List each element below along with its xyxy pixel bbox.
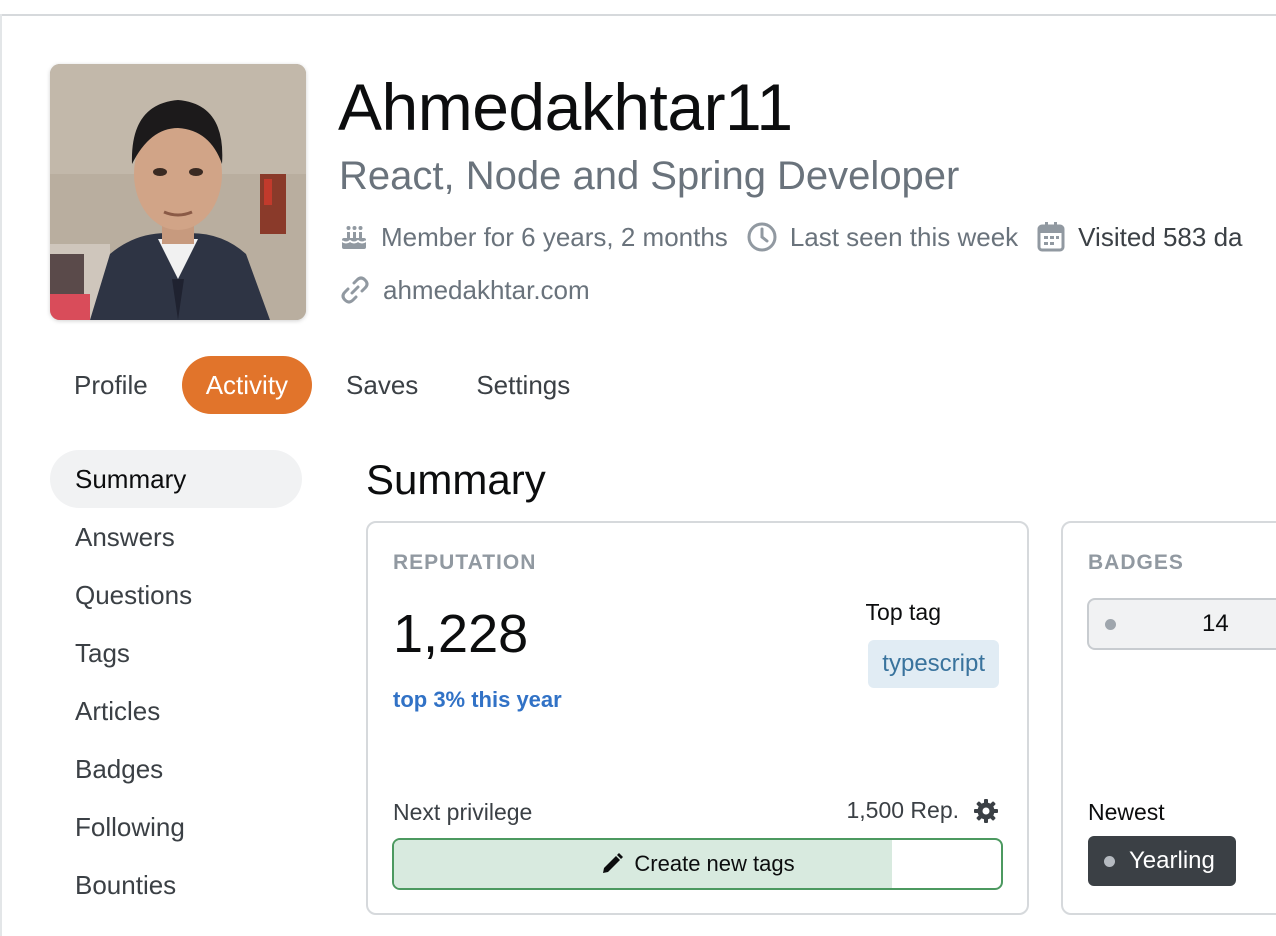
tab-activity[interactable]: Activity: [181, 356, 313, 414]
sidebar-item-answers[interactable]: Answers: [50, 508, 302, 566]
bronze-badge-count[interactable]: 14: [1087, 598, 1276, 650]
reputation-card: REPUTATION 1,228 top 3% this year Top ta…: [366, 521, 1029, 915]
last-seen: Last seen this week: [746, 221, 1018, 253]
website-link[interactable]: ahmedakhtar.com: [383, 275, 590, 306]
reputation-label: REPUTATION: [393, 551, 537, 574]
next-privilege-requirement: 1,500 Rep.: [846, 797, 999, 824]
reputation-rank-link[interactable]: top 3% this year: [393, 687, 562, 713]
pencil-icon: [603, 853, 624, 873]
newest-badge[interactable]: Yearling: [1088, 836, 1236, 886]
avatar-photo: [50, 64, 306, 320]
badges-card: BADGES 14 Newest Yearling: [1061, 521, 1276, 915]
visited-text: Visited 583 da: [1078, 221, 1243, 252]
next-privilege-name: Create new tags: [634, 851, 795, 876]
member-for: Member for 6 years, 2 months: [339, 222, 728, 253]
section-title: Summary: [366, 456, 546, 503]
activity-sidebar: Summary Answers Questions Tags Articles …: [50, 450, 302, 914]
sidebar-item-badges[interactable]: Badges: [50, 740, 302, 798]
top-divider: [0, 14, 1276, 16]
bronze-badge-icon: [1105, 618, 1116, 630]
clock-icon: [747, 222, 777, 252]
sidebar-item-articles[interactable]: Articles: [50, 682, 302, 740]
member-for-text: Member for 6 years, 2 months: [381, 221, 728, 252]
badges-label: BADGES: [1088, 551, 1184, 574]
bronze-count-text: 14: [1202, 610, 1229, 637]
top-tag-label: Top tag: [865, 599, 941, 625]
tab-saves[interactable]: Saves: [322, 356, 442, 414]
profile-meta-row: Member for 6 years, 2 months Last seen t…: [339, 220, 1261, 254]
privilege-progress-label: Create new tags: [394, 840, 1001, 888]
website[interactable]: ahmedakhtar.com: [339, 274, 590, 306]
sidebar-item-bounties[interactable]: Bounties: [50, 856, 302, 914]
newest-badge-name: Yearling: [1129, 847, 1215, 874]
silver-badge-icon: [1104, 855, 1115, 867]
sidebar-item-questions[interactable]: Questions: [50, 566, 302, 624]
user-title: React, Node and Spring Developer: [339, 154, 960, 198]
reputation-value: 1,228: [393, 604, 529, 664]
calendar-icon: [1037, 222, 1065, 252]
top-tag[interactable]: typescript: [868, 640, 999, 688]
privilege-progress-bar[interactable]: Create new tags: [392, 838, 1003, 890]
sidebar-item-following[interactable]: Following: [50, 798, 302, 856]
sidebar-item-tags[interactable]: Tags: [50, 624, 302, 682]
last-seen-text: Last seen this week: [789, 221, 1019, 252]
sidebar-item-summary[interactable]: Summary: [50, 450, 302, 508]
next-privilege-rep: 1,500 Rep.: [846, 797, 959, 823]
tab-profile[interactable]: Profile: [50, 356, 172, 414]
link-icon: [341, 276, 369, 304]
avatar[interactable]: [50, 64, 306, 320]
gear-icon[interactable]: [973, 798, 999, 824]
tab-settings[interactable]: Settings: [452, 356, 594, 414]
profile-nav: Profile Activity Saves Settings: [50, 356, 604, 414]
cake-icon: [341, 226, 367, 249]
next-privilege-label: Next privilege: [393, 799, 533, 825]
profile-links-row: ahmedakhtar.com: [339, 273, 608, 307]
visited: Visited 583 da: [1036, 221, 1243, 253]
username: Ahmedakhtar11: [338, 70, 793, 144]
left-border: [0, 14, 2, 936]
newest-badge-label: Newest: [1088, 799, 1165, 825]
